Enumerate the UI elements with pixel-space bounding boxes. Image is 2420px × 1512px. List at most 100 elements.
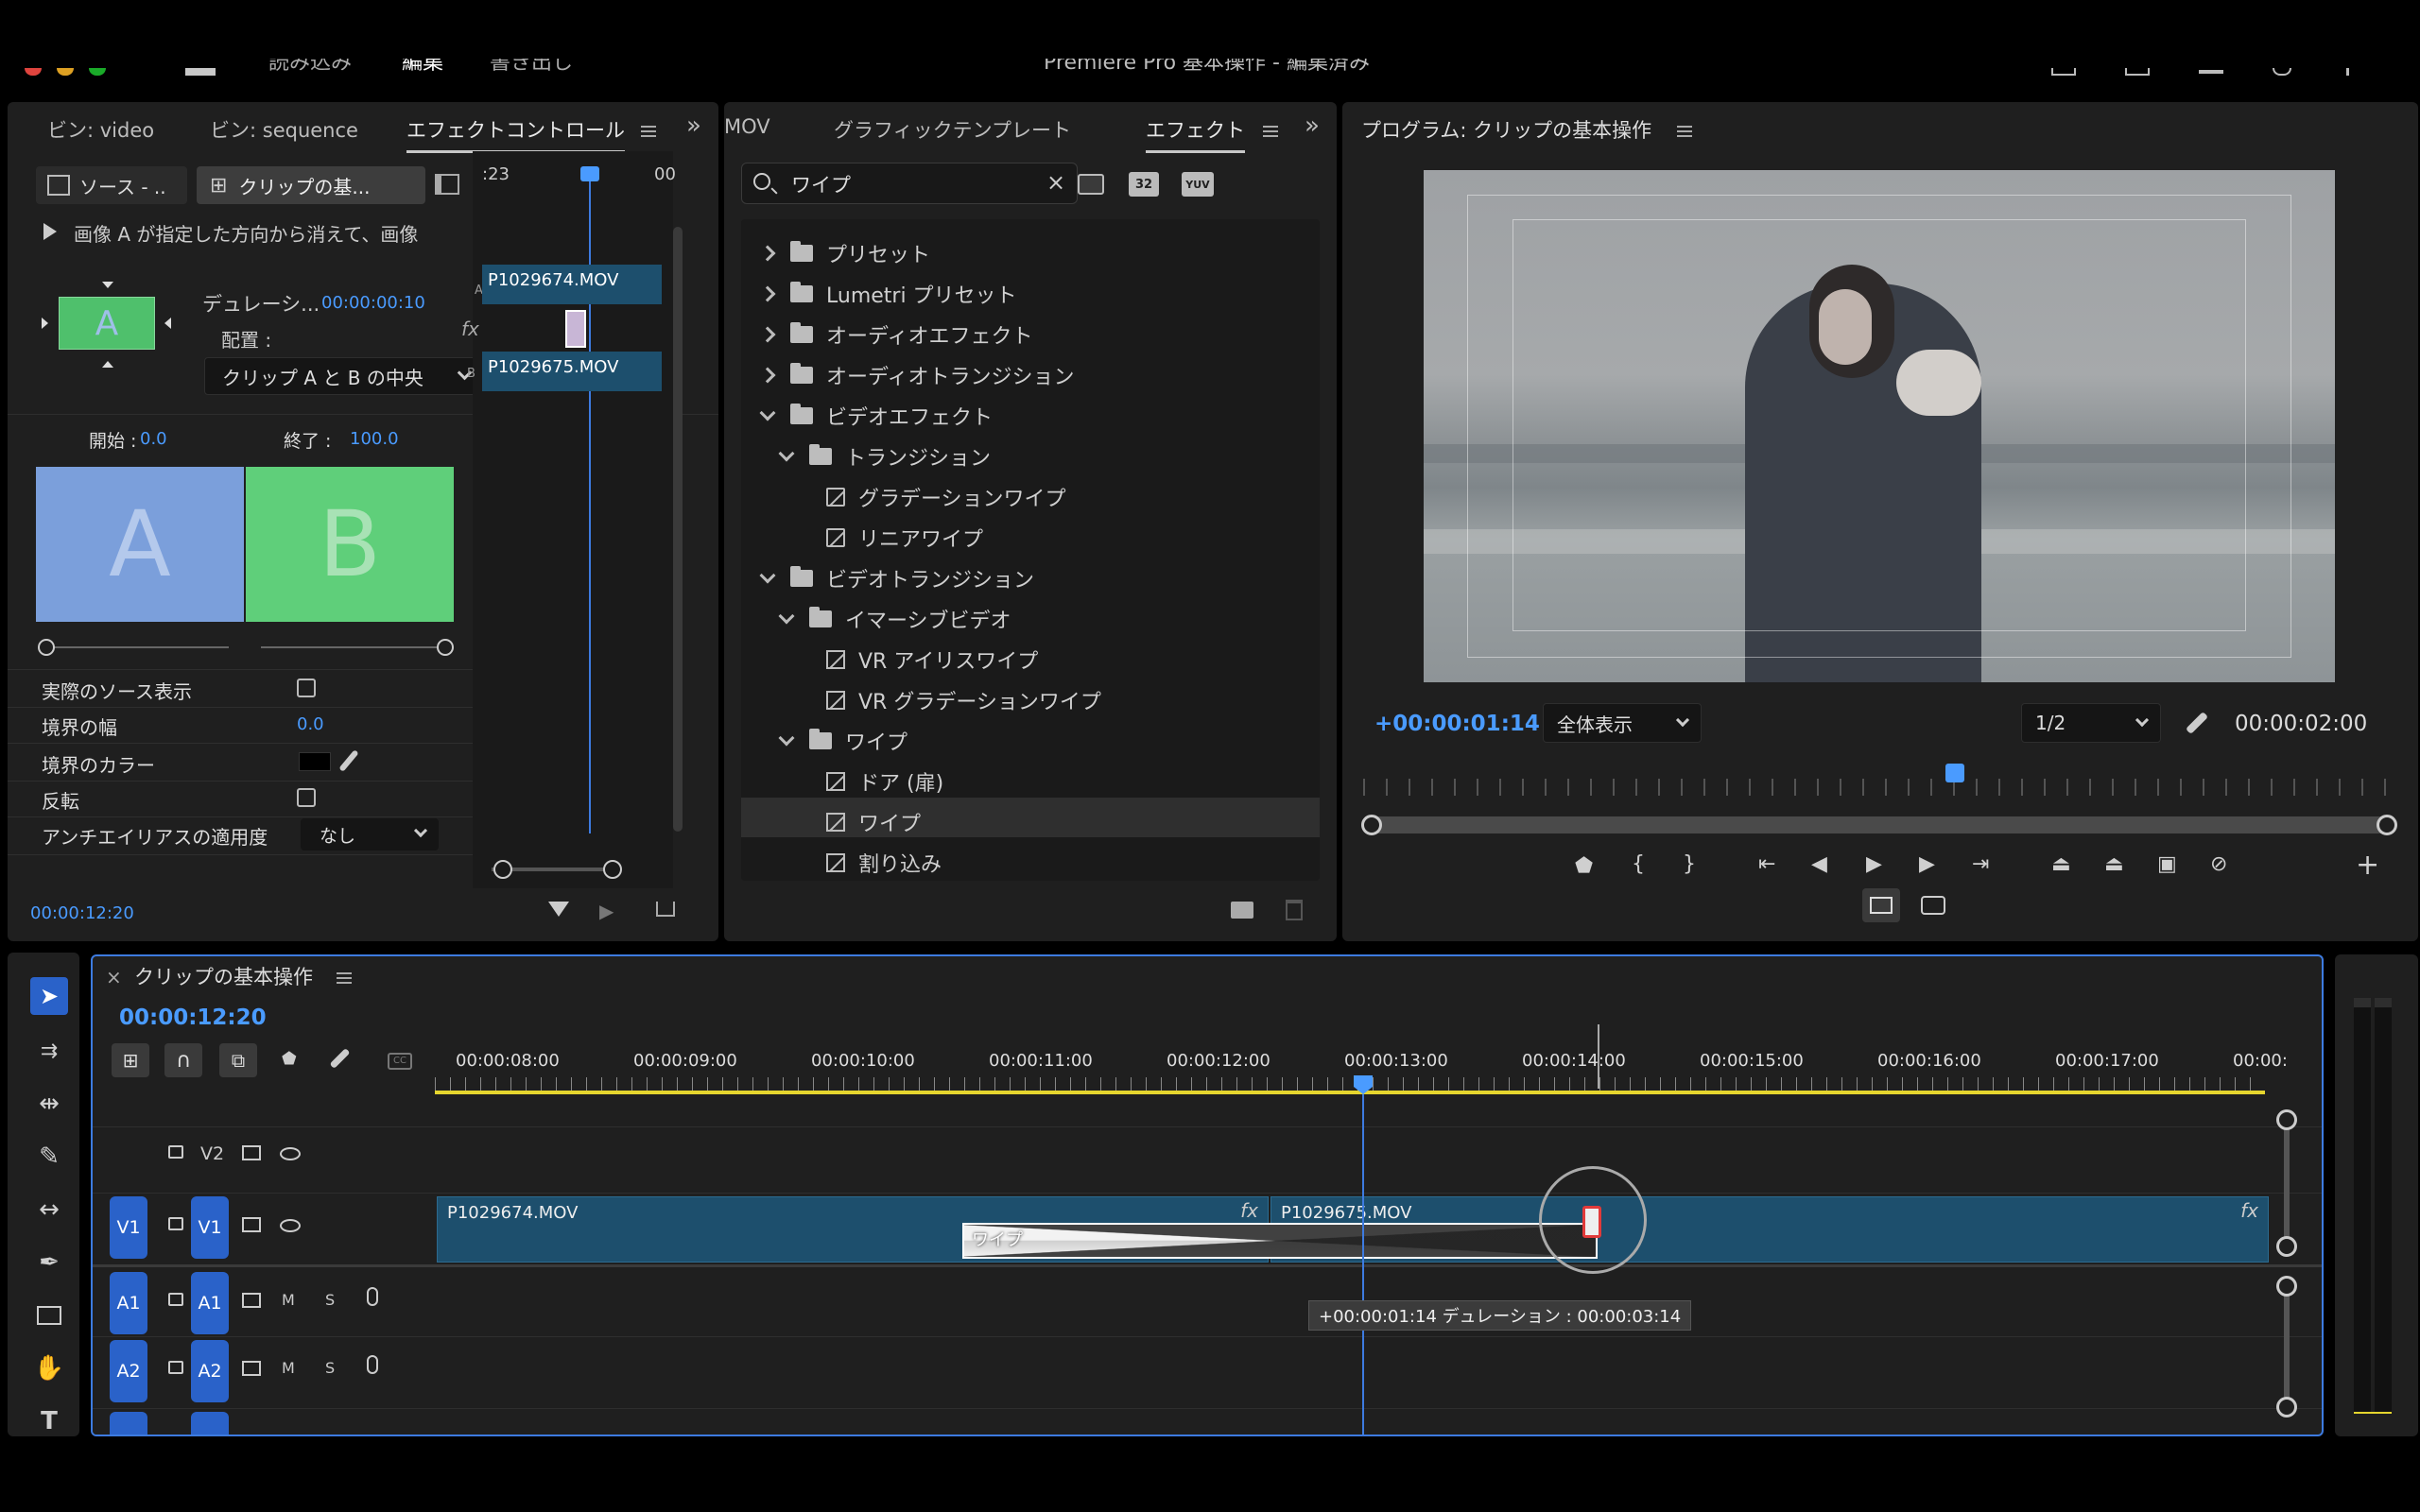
- effects-search-input[interactable]: [791, 171, 1018, 198]
- mini-clip-b[interactable]: P1029675.MOV: [482, 352, 662, 391]
- extract-icon[interactable]: ⏏: [2104, 852, 2124, 876]
- tree-item-door[interactable]: ドア (扉): [826, 766, 943, 797]
- show-source-checkbox[interactable]: [297, 679, 316, 697]
- wipe-transition[interactable]: ワイプ: [962, 1223, 1598, 1259]
- mini-playhead-marker[interactable]: [580, 166, 599, 181]
- tab-bin-video[interactable]: ビン: video: [47, 115, 154, 144]
- sequence-tab-title[interactable]: クリップの基本操作: [134, 962, 352, 990]
- add-marker-icon[interactable]: ⬟: [1575, 854, 1593, 878]
- delete-icon[interactable]: [1286, 900, 1303, 920]
- tree-item-gradient-wipe-effect[interactable]: グラデーションワイプ: [826, 482, 1066, 512]
- close-window-button[interactable]: [25, 68, 42, 76]
- lock-v1-icon[interactable]: [168, 1217, 183, 1230]
- track-a2-source-button[interactable]: A2: [110, 1340, 147, 1402]
- play-icon[interactable]: ▶: [1866, 852, 1882, 876]
- razor-tool-icon[interactable]: ✎: [30, 1138, 68, 1176]
- track-select-tool-icon[interactable]: ⇉: [30, 1032, 68, 1070]
- start-slider-track[interactable]: [49, 646, 229, 648]
- solo-a1-button[interactable]: S: [325, 1291, 335, 1309]
- end-slider-handle[interactable]: [437, 639, 454, 656]
- hand-tool-icon[interactable]: ✋: [30, 1349, 68, 1387]
- program-video[interactable]: [1424, 170, 2335, 682]
- tree-item-transition[interactable]: トランジション: [778, 441, 991, 472]
- accelerated-effects-icon[interactable]: [1078, 174, 1104, 195]
- program-zoom-handle-right[interactable]: [2377, 815, 2397, 835]
- effects-search-box[interactable]: ×: [741, 163, 1078, 204]
- settings-wrench-icon[interactable]: [2185, 711, 2209, 735]
- mini-zoom-handle-right[interactable]: [603, 860, 622, 879]
- track-a3-target-button[interactable]: [191, 1412, 229, 1435]
- eye-v1-icon[interactable]: [280, 1219, 301, 1232]
- end-value[interactable]: 100.0: [350, 429, 399, 449]
- nest-toggle-button[interactable]: ⊞: [112, 1043, 149, 1077]
- home-icon[interactable]: [185, 68, 216, 76]
- fullscreen-icon[interactable]: [2125, 68, 2150, 76]
- program-zoom-bar[interactable]: [1371, 816, 2388, 833]
- export-frame-icon[interactable]: ▣: [2157, 852, 2177, 876]
- toggle-timeline-icon[interactable]: [435, 174, 459, 195]
- tree-item-push[interactable]: 割り込み: [826, 848, 942, 878]
- panel-menu-icon[interactable]: [336, 972, 352, 984]
- tab-bin-sequence[interactable]: ビン: sequence: [210, 115, 358, 144]
- tree-item-linear-wipe[interactable]: リニアワイプ: [826, 523, 983, 553]
- search-icon[interactable]: [2273, 68, 2291, 76]
- v-scroll-handle-top[interactable]: [2276, 1109, 2297, 1130]
- effect-controls-timecode[interactable]: 00:00:12:20: [30, 903, 134, 923]
- a-scroll-track[interactable]: [2284, 1283, 2290, 1406]
- track-v1-source-button[interactable]: V1: [110, 1196, 147, 1259]
- menu-export[interactable]: 書き出し: [490, 59, 573, 76]
- program-timecode[interactable]: +00:00:01:14: [1374, 712, 1540, 736]
- panel-menu-icon[interactable]: [1676, 126, 1692, 137]
- zoom-window-button[interactable]: [89, 68, 106, 76]
- slip-tool-icon[interactable]: ↔: [30, 1191, 68, 1228]
- captions-icon[interactable]: CC: [388, 1053, 412, 1070]
- track-a3-source-button[interactable]: [110, 1412, 147, 1435]
- yuv-effects-icon[interactable]: YUV: [1182, 172, 1214, 197]
- play-audio-icon[interactable]: ▶: [599, 900, 614, 922]
- minimize-window-button[interactable]: [57, 68, 74, 76]
- camera-icon[interactable]: [1921, 896, 1945, 915]
- safe-margins-button[interactable]: [1862, 888, 1900, 922]
- go-to-out-icon[interactable]: ⇥: [1972, 852, 1989, 876]
- arrow-east-icon[interactable]: [164, 318, 171, 329]
- type-tool-icon[interactable]: T: [30, 1402, 68, 1440]
- more-tabs-icon[interactable]: »: [686, 112, 701, 140]
- program-zoom-handle-left[interactable]: [1361, 815, 1382, 835]
- mute-a2-button[interactable]: M: [282, 1359, 295, 1377]
- work-area-bar[interactable]: [435, 1091, 2265, 1094]
- menu-import[interactable]: 読み込み: [268, 59, 352, 76]
- tree-item-immersive-video[interactable]: イマーシブビデオ: [778, 604, 1011, 634]
- 32bit-effects-icon[interactable]: 32: [1129, 172, 1159, 197]
- new-bin-icon[interactable]: [1231, 902, 1253, 919]
- mute-a1-button[interactable]: M: [282, 1291, 295, 1309]
- pen-tool-icon[interactable]: ✒: [30, 1244, 68, 1281]
- trim-handle-icon[interactable]: [1582, 1206, 1601, 1238]
- track-a1-target-button[interactable]: A1: [191, 1272, 229, 1334]
- tree-item-vr-iris-wipe[interactable]: VR アイリスワイプ: [826, 644, 1038, 675]
- go-to-in-icon[interactable]: ⇤: [1758, 852, 1775, 876]
- arrow-west-icon[interactable]: [42, 318, 48, 329]
- add-button-icon[interactable]: +: [2356, 849, 2379, 882]
- end-slider-track[interactable]: [261, 646, 441, 648]
- border-width-value[interactable]: 0.0: [297, 714, 324, 734]
- direction-thumbnail[interactable]: A: [42, 282, 171, 391]
- export-icon[interactable]: [656, 902, 675, 917]
- tree-item-presets[interactable]: プリセット: [759, 238, 930, 268]
- menu-edit[interactable]: 編集: [402, 59, 443, 76]
- expand-description-icon[interactable]: [43, 223, 57, 240]
- more-tabs-icon[interactable]: »: [1305, 112, 1320, 140]
- resolution-dropdown[interactable]: 1/2: [2021, 703, 2161, 743]
- a-scroll-handle-top[interactable]: [2276, 1276, 2297, 1297]
- workspace-icon[interactable]: [2199, 70, 2223, 74]
- alignment-dropdown[interactable]: クリップ A と B の中央: [204, 357, 480, 395]
- mark-out-icon[interactable]: }: [1683, 852, 1696, 876]
- source-selector[interactable]: ソース - ..: [36, 166, 187, 204]
- panel-menu-icon[interactable]: [1263, 125, 1278, 137]
- mark-in-icon[interactable]: {: [1632, 852, 1645, 876]
- tree-item-video-transitions[interactable]: ビデオトランジション: [759, 563, 1034, 593]
- tree-item-vr-gradient-wipe[interactable]: VR グラデーションワイプ: [826, 685, 1101, 715]
- linked-selection-button[interactable]: ⧉: [219, 1043, 257, 1077]
- solo-a2-button[interactable]: S: [325, 1359, 335, 1377]
- lift-icon[interactable]: ⏏: [2051, 852, 2071, 876]
- clear-search-icon[interactable]: ×: [1046, 169, 1065, 196]
